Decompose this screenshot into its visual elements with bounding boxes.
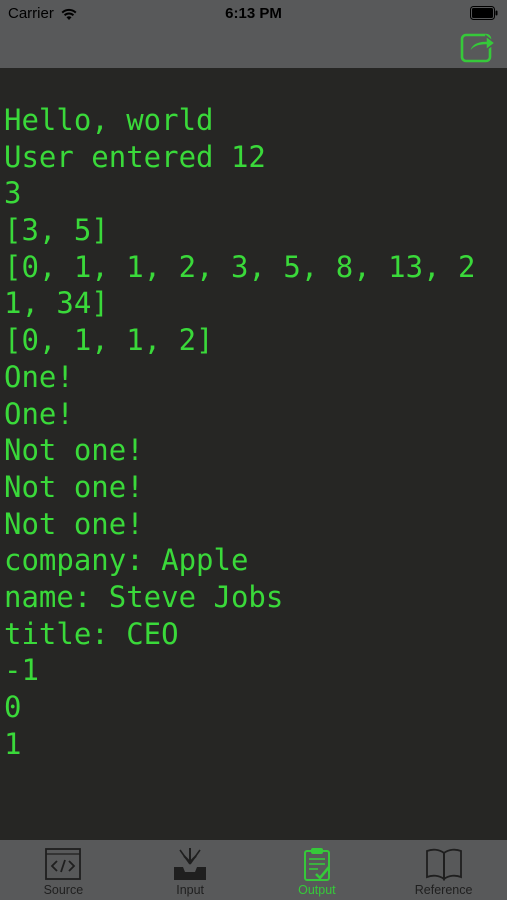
book-icon [425, 848, 462, 881]
console-line: One! [4, 359, 74, 394]
console-line: name: Steve Jobs [4, 579, 284, 614]
console-line: 1 [4, 726, 22, 761]
console-line: Not one! [4, 469, 144, 504]
console-line: 3 [4, 176, 22, 211]
console-line: 1, 34] [4, 286, 109, 321]
share-icon[interactable] [460, 29, 498, 63]
console-line: Not one! [4, 433, 144, 468]
tab-reference[interactable]: Reference [380, 840, 507, 900]
output-console: Hello, world User entered 12 3 [3, 5] [0, 1,… [0, 68, 507, 840]
tab-source-label: Source [43, 883, 84, 897]
input-tray-icon [174, 848, 207, 880]
console-line: 0 [4, 690, 22, 724]
clock: 6:13 PM [225, 5, 282, 22]
console-line: Hello, world [4, 103, 214, 137]
tab-reference-label: Reference [414, 883, 473, 897]
console-line: -1 [4, 653, 39, 688]
battery-icon [470, 6, 498, 20]
console-line: title: CEO [4, 616, 179, 651]
tab-input-label: Input [176, 883, 205, 897]
console-line: User entered 12 [4, 139, 266, 174]
console-line: One! [4, 396, 74, 431]
console-line: [0, 1, 1, 2, 3, 5, 8, 13, 2 [4, 249, 476, 284]
console-line: company: Apple [4, 543, 249, 578]
console-line: [3, 5] [4, 213, 109, 248]
tab-input[interactable]: Input [127, 840, 254, 900]
app-screen: Carrier 6:13 PM Hello, world User entered… [0, 0, 507, 900]
console-line: Not one! [4, 506, 144, 541]
tab-output-label: Output [298, 883, 336, 897]
tab-bar: Source Input Output Reference [0, 840, 507, 900]
console-lines: Hello, world User entered 12 3 [3, 5] [0, 1,… [4, 102, 504, 762]
code-icon [45, 848, 82, 880]
tab-source[interactable]: Source [0, 840, 127, 900]
navigation-bar: Carrier 6:13 PM [0, 0, 507, 68]
status-bar: Carrier 6:13 PM [0, 0, 507, 28]
tab-output[interactable]: Output [254, 840, 381, 900]
console-line: [0, 1, 1, 2] [4, 323, 214, 358]
clipboard-icon [303, 848, 330, 881]
